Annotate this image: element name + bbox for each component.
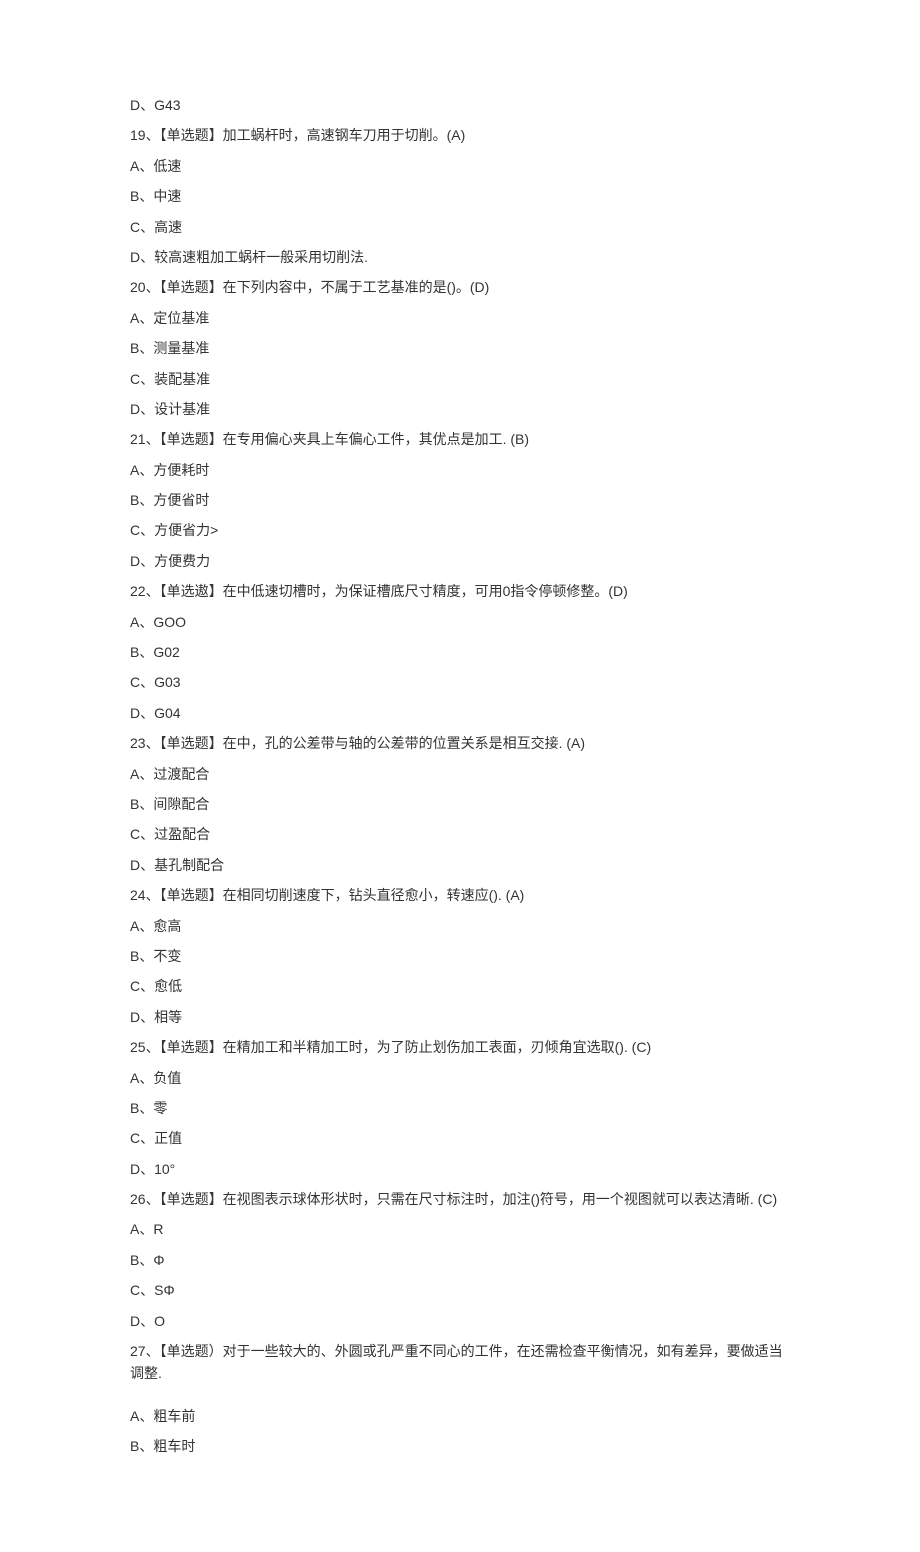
answer-option: D、相等: [130, 1002, 790, 1032]
answer-option: A、粗车前: [130, 1401, 790, 1431]
answer-option: C、愈低: [130, 971, 790, 1001]
question-stem: 20、【单选题】在下列内容中，不属于工艺基准的是()。(D): [130, 272, 790, 302]
answer-option: C、过盈配合: [130, 819, 790, 849]
answer-option: D、方便费力: [130, 546, 790, 576]
answer-option: C、方便省力>: [130, 515, 790, 545]
answer-option: B、测量基准: [130, 333, 790, 363]
question-stem: 19、【单选题】加工蜗杆时，高速钢车刀用于切削。(A): [130, 120, 790, 150]
answer-option: D、10°: [130, 1154, 790, 1184]
blank-line: [130, 1389, 790, 1401]
answer-option: D、设计基准: [130, 394, 790, 424]
answer-option: B、方便省时: [130, 485, 790, 515]
answer-option: B、G02: [130, 637, 790, 667]
answer-option: A、过渡配合: [130, 759, 790, 789]
answer-option: B、粗车时: [130, 1431, 790, 1461]
answer-option: C、正值: [130, 1123, 790, 1153]
answer-option: D、G04: [130, 698, 790, 728]
answer-option: A、愈高: [130, 911, 790, 941]
answer-option: A、方便耗时: [130, 455, 790, 485]
answer-option: D、基孔制配合: [130, 850, 790, 880]
question-stem: 25、【单选题】在精加工和半精加工时，为了防止划伤加工表面，刃倾角宜选取(). …: [130, 1032, 790, 1062]
answer-option: C、SΦ: [130, 1275, 790, 1305]
answer-option: A、负值: [130, 1063, 790, 1093]
document-page: D、G43 19、【单选题】加工蜗杆时，高速钢车刀用于切削。(A) A、低速 B…: [0, 0, 920, 1552]
answer-option: B、中速: [130, 181, 790, 211]
question-stem: 21、【单选题】在专用偏心夹具上车偏心工件，其优点是加工. (B): [130, 424, 790, 454]
answer-option: B、不变: [130, 941, 790, 971]
answer-option: A、R: [130, 1214, 790, 1244]
text-line: D、G43: [130, 90, 790, 120]
answer-option: C、G03: [130, 667, 790, 697]
answer-option: D、较高速粗加工蜗杆一般采用切削法.: [130, 242, 790, 272]
answer-option: C、高速: [130, 212, 790, 242]
question-stem: 27、【单选题）对于一些较大的、外圆或孔严重不同心的工件，在还需检查平衡情况，如…: [130, 1336, 790, 1389]
answer-option: A、定位基准: [130, 303, 790, 333]
answer-option: C、装配基准: [130, 364, 790, 394]
answer-option: D、O: [130, 1306, 790, 1336]
answer-option: A、GOO: [130, 607, 790, 637]
question-stem: 22、【单选遨】在中低速切槽时，为保证槽底尺寸精度，可用0指令停顿修整。(D): [130, 576, 790, 606]
question-stem: 24、【单选题】在相同切削速度下，钻头直径愈小，转速应(). (A): [130, 880, 790, 910]
answer-option: B、零: [130, 1093, 790, 1123]
question-stem: 23、【单选题】在中，孔的公差带与轴的公差带的位置关系是相互交接. (A): [130, 728, 790, 758]
answer-option: B、Φ: [130, 1245, 790, 1275]
question-stem: 26、【单选题】在视图表示球体形状时，只需在尺寸标注时，加注()符号，用一个视图…: [130, 1184, 790, 1214]
answer-option: B、间隙配合: [130, 789, 790, 819]
answer-option: A、低速: [130, 151, 790, 181]
